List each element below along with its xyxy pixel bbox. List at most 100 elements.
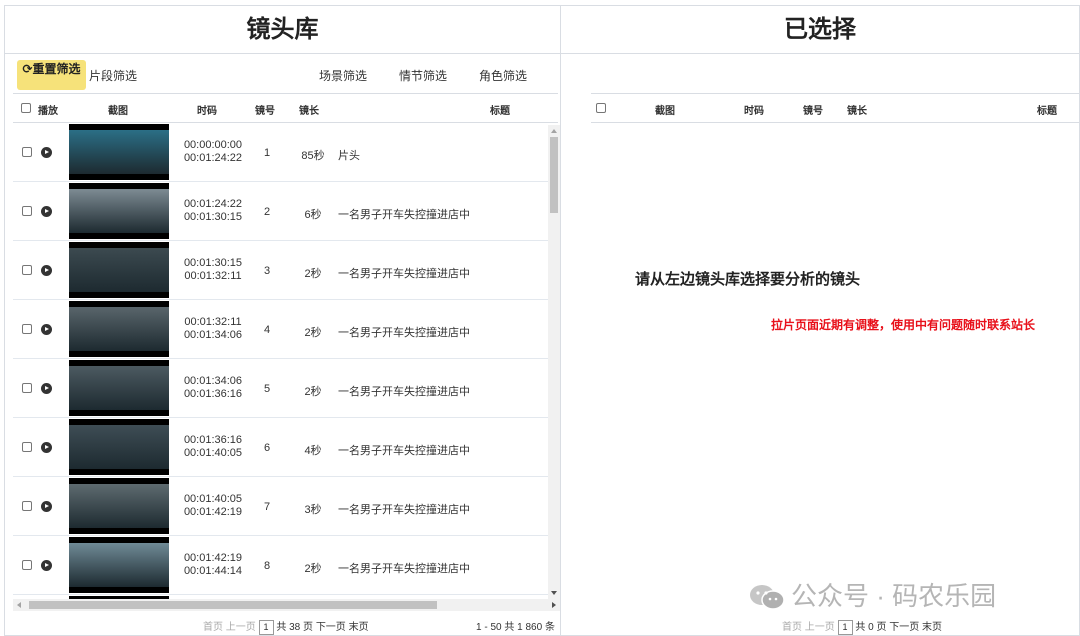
shot-thumbnail[interactable] xyxy=(69,242,169,298)
shot-thumbnail[interactable] xyxy=(69,419,169,475)
col-length: 镜长 xyxy=(299,106,319,117)
play-icon[interactable] xyxy=(41,560,52,571)
timecode: 00:01:40:05 00:01:42:19 xyxy=(173,493,253,519)
shot-number: 8 xyxy=(263,560,271,572)
table-row[interactable]: 00:00:00:00 00:01:24:22 1 85秒 片头 xyxy=(13,123,548,182)
timecode-in: 00:01:42:19 xyxy=(183,552,243,564)
selected-col-shot-no: 镜号 xyxy=(803,106,823,117)
scroll-down-icon[interactable] xyxy=(551,591,557,595)
reset-filter-button[interactable]: ⟳重置筛选 xyxy=(17,60,86,90)
shot-library-title: 镜头库 xyxy=(5,6,560,54)
last-page-link[interactable]: 末页 xyxy=(349,622,369,633)
shot-number: 2 xyxy=(263,206,271,218)
row-checkbox[interactable] xyxy=(22,501,32,511)
play-icon[interactable] xyxy=(41,324,52,335)
timecode-out: 00:01:32:11 xyxy=(184,270,242,282)
selected-table-header: 截图 时码 镜号 镜长 标题 xyxy=(591,93,1079,123)
timecode-out: 00:01:36:16 xyxy=(183,388,243,400)
shot-title: 一名男子开车失控撞进店中 xyxy=(338,209,470,221)
shot-title: 一名男子开车失控撞进店中 xyxy=(338,386,470,398)
prev-page-link[interactable]: 上一页 xyxy=(226,622,256,633)
selected-page-input[interactable]: 1 xyxy=(837,619,853,635)
selected-select-all-checkbox[interactable] xyxy=(596,103,606,113)
right-pager: 首页 上一页 1 共 0 页 下一页 末页 xyxy=(782,618,942,635)
scroll-left-icon[interactable] xyxy=(17,602,21,608)
shot-thumbnail[interactable] xyxy=(69,537,169,593)
shot-title: 一名男子开车失控撞进店中 xyxy=(338,327,470,339)
table-row[interactable]: 00:01:24:22 00:01:30:15 2 6秒 一名男子开车失控撞进店中 xyxy=(13,182,548,241)
shot-length: 85秒 xyxy=(301,150,325,162)
reset-filter-label: 重置筛选 xyxy=(32,62,81,76)
next-page-link[interactable]: 下一页 xyxy=(316,622,346,633)
vertical-scroll-thumb[interactable] xyxy=(550,137,558,213)
shot-image xyxy=(69,366,169,410)
shot-thumbnail[interactable] xyxy=(69,478,169,534)
shot-table-body: 00:00:00:00 00:01:24:22 1 85秒 片头 00:01:24:22 0… xyxy=(13,123,548,599)
row-checkbox[interactable] xyxy=(22,442,32,452)
shot-image xyxy=(69,484,169,528)
play-icon[interactable] xyxy=(41,501,52,512)
timecode-in: 00:01:24:22 xyxy=(183,198,243,210)
row-checkbox[interactable] xyxy=(22,265,32,275)
table-row[interactable]: 00:01:32:11 00:01:34:06 4 2秒 一名男子开车失控撞进店中 xyxy=(13,300,548,359)
plot-filter[interactable]: 情节筛选 xyxy=(399,67,447,84)
timecode: 00:01:24:22 00:01:30:15 xyxy=(173,198,253,224)
table-row[interactable]: 00:01:42:19 00:01:44:14 8 2秒 一名男子开车失控撞进店中 xyxy=(13,536,548,595)
shot-thumbnail[interactable] xyxy=(69,360,169,416)
shot-image xyxy=(69,189,169,233)
timecode-out: 00:01:44:14 xyxy=(183,565,243,577)
table-row[interactable]: 00:01:36:16 00:01:40:05 6 4秒 一名男子开车失控撞进店中 xyxy=(13,418,548,477)
play-icon[interactable] xyxy=(41,442,52,453)
shot-image xyxy=(69,248,169,292)
filter-bar: ⟳重置筛选 片段筛选 场景筛选 情节筛选 角色筛选 xyxy=(5,54,560,92)
play-icon[interactable] xyxy=(41,265,52,276)
shot-title: 一名男子开车失控撞进店中 xyxy=(338,504,470,516)
vertical-scrollbar[interactable] xyxy=(548,125,560,599)
select-all-checkbox[interactable] xyxy=(21,103,31,113)
shot-image xyxy=(69,130,169,174)
timecode-out: 00:01:42:19 xyxy=(183,506,243,518)
play-icon[interactable] xyxy=(41,383,52,394)
shot-length: 2秒 xyxy=(304,563,322,575)
shot-thumbnail[interactable] xyxy=(69,301,169,357)
horizontal-scrollbar[interactable] xyxy=(13,599,560,611)
shot-number: 7 xyxy=(263,501,271,513)
scene-filter[interactable]: 场景筛选 xyxy=(319,67,367,84)
selected-prev-page-link[interactable]: 上一页 xyxy=(805,622,835,633)
segment-filter[interactable]: 片段筛选 xyxy=(89,67,137,84)
shot-length: 6秒 xyxy=(304,209,322,221)
shot-thumbnail[interactable] xyxy=(69,124,169,180)
selected-title: 已选择 xyxy=(561,6,1079,54)
role-filter[interactable]: 角色筛选 xyxy=(479,67,527,84)
selected-next-page-link[interactable]: 下一页 xyxy=(889,622,919,633)
scroll-up-icon[interactable] xyxy=(551,129,557,133)
row-checkbox[interactable] xyxy=(22,560,32,570)
shot-image xyxy=(69,425,169,469)
row-checkbox[interactable] xyxy=(22,383,32,393)
selected-last-page-link[interactable]: 末页 xyxy=(922,622,942,633)
selected-first-page-link[interactable]: 首页 xyxy=(782,622,802,633)
left-pager: 首页 上一页 1 共 38 页 下一页 末页 xyxy=(203,618,369,635)
shot-image xyxy=(69,543,169,587)
timecode-out: 00:01:40:05 xyxy=(183,447,243,459)
col-play: 播放 xyxy=(38,106,58,117)
row-checkbox[interactable] xyxy=(22,206,32,216)
horizontal-scroll-thumb[interactable] xyxy=(29,601,437,609)
record-count: 共 1 860 条 xyxy=(504,622,555,633)
row-checkbox[interactable] xyxy=(22,147,32,157)
first-page-link[interactable]: 首页 xyxy=(203,622,223,633)
row-checkbox[interactable] xyxy=(22,324,32,334)
shot-length: 2秒 xyxy=(304,268,322,280)
scroll-right-icon[interactable] xyxy=(552,602,556,608)
play-icon[interactable] xyxy=(41,147,52,158)
table-row[interactable]: 00:01:34:06 00:01:36:16 5 2秒 一名男子开车失控撞进店中 xyxy=(13,359,548,418)
timecode: 00:01:32:11 00:01:34:06 xyxy=(173,316,253,342)
table-row[interactable]: 00:01:40:05 00:01:42:19 7 3秒 一名男子开车失控撞进店中 xyxy=(13,477,548,536)
shot-thumbnail[interactable] xyxy=(69,183,169,239)
table-row[interactable]: 00:01:30:15 00:01:32:11 3 2秒 一名男子开车失控撞进店中 xyxy=(13,241,548,300)
play-icon[interactable] xyxy=(41,206,52,217)
shot-length: 3秒 xyxy=(304,504,322,516)
timecode-in: 00:01:34:06 xyxy=(183,375,243,387)
selected-col-thumb: 截图 xyxy=(655,106,675,117)
page-input[interactable]: 1 xyxy=(258,619,274,635)
